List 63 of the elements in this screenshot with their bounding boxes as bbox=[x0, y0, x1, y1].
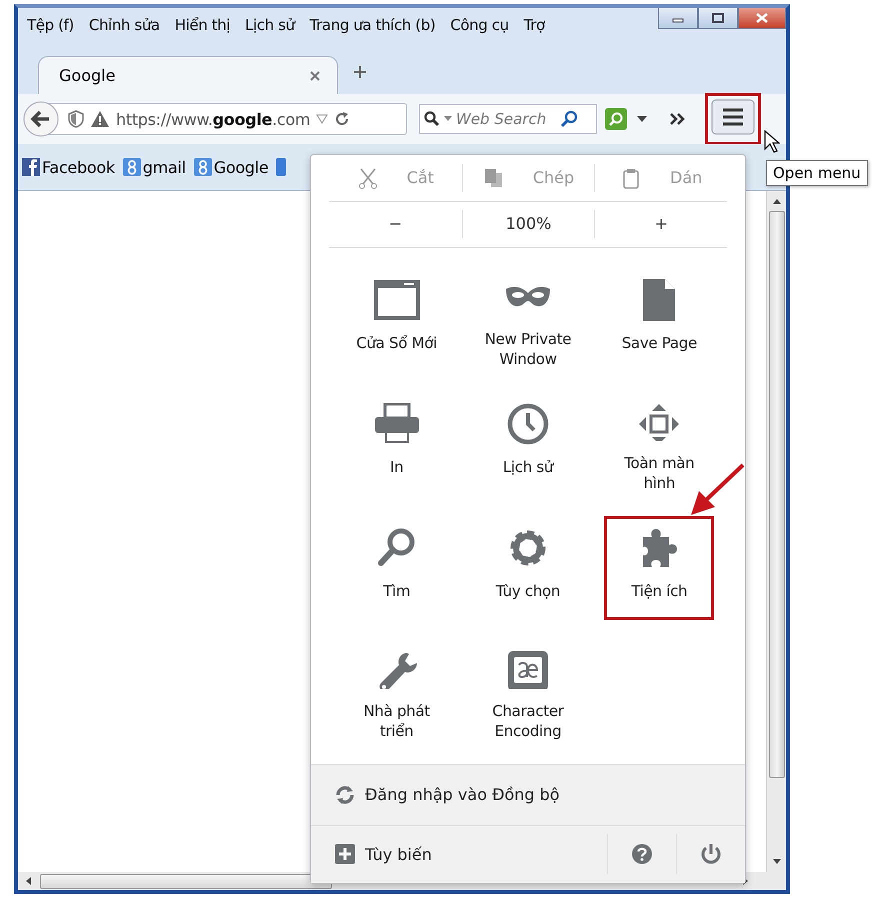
minimize-button[interactable] bbox=[658, 8, 698, 29]
menu-bar-item[interactable]: Trang ưa thích (b) bbox=[310, 16, 436, 34]
google-plus-icon bbox=[194, 158, 212, 176]
menu-item[interactable]: New Private Window bbox=[472, 268, 583, 372]
menu-item[interactable]: Toàn màn hình bbox=[604, 392, 714, 496]
search-icon bbox=[424, 111, 440, 127]
menu-bar-item[interactable]: Hiển thị bbox=[174, 16, 230, 34]
menu-item[interactable]: Save Page bbox=[604, 268, 714, 372]
printer-icon bbox=[372, 403, 421, 446]
bookmark-icon[interactable] bbox=[276, 158, 286, 176]
url-text: https://www.google.com bbox=[116, 110, 310, 128]
menu-icon bbox=[711, 99, 755, 135]
dropdown-icon[interactable] bbox=[637, 115, 647, 123]
bookmark-item[interactable]: Facebook bbox=[22, 158, 115, 176]
maximize-button[interactable] bbox=[698, 8, 738, 29]
scroll-left-icon[interactable] bbox=[24, 876, 32, 886]
scroll-down-icon[interactable] bbox=[772, 858, 782, 866]
menu-item[interactable]: Lịch sử bbox=[472, 392, 583, 496]
menu-item[interactable]: Nhà phát triển bbox=[342, 640, 452, 744]
warning-icon bbox=[90, 110, 110, 128]
help-icon bbox=[631, 843, 653, 866]
bookmark-item[interactable]: gmail bbox=[122, 158, 186, 176]
shield-icon bbox=[68, 110, 84, 128]
menu-bar-item[interactable]: Tệp (f) bbox=[27, 16, 74, 34]
copy-icon bbox=[482, 166, 505, 189]
close-icon[interactable] bbox=[309, 70, 321, 82]
scroll-up-icon[interactable] bbox=[772, 197, 782, 205]
search-field[interactable]: Web Search bbox=[419, 104, 597, 134]
tooltip: Open menu bbox=[766, 160, 868, 186]
plus-icon bbox=[335, 844, 355, 864]
menu-item[interactable]: Tùy chọn bbox=[472, 516, 583, 620]
new-tab-icon[interactable] bbox=[352, 64, 368, 80]
google-plus-icon bbox=[122, 158, 141, 176]
menu-item[interactable]: In bbox=[342, 392, 452, 496]
back-icon[interactable] bbox=[22, 100, 60, 138]
menu-bar-item[interactable]: Lịch sử bbox=[245, 16, 295, 34]
zoom-out-button[interactable]: − bbox=[329, 210, 462, 238]
vertical-scrollbar[interactable] bbox=[766, 191, 786, 872]
magnifier-icon[interactable] bbox=[605, 108, 629, 130]
zoom-in-button[interactable]: + bbox=[594, 210, 727, 238]
browser-tab[interactable]: Google bbox=[38, 56, 338, 94]
power-icon bbox=[699, 842, 723, 866]
reload-icon[interactable] bbox=[334, 111, 350, 127]
close-button[interactable] bbox=[738, 8, 786, 29]
menu-bar-item[interactable]: Chỉnh sửa bbox=[88, 16, 160, 34]
menu-item[interactable]: Character Encoding bbox=[472, 640, 583, 744]
maximize-icon bbox=[712, 13, 724, 23]
menu-item[interactable]: Cửa Sổ Mới bbox=[342, 268, 452, 372]
close-icon bbox=[756, 13, 768, 23]
menu-bar-item[interactable]: Công cụ bbox=[450, 16, 509, 34]
sync-item[interactable]: Đăng nhập vào Đồng bộ bbox=[311, 764, 745, 826]
cursor-icon bbox=[764, 130, 780, 154]
search-icon[interactable] bbox=[560, 110, 578, 128]
menu-bar-item[interactable]: Trợ bbox=[524, 16, 545, 34]
window-icon bbox=[372, 279, 421, 322]
zoom-level[interactable]: 100% bbox=[462, 210, 594, 238]
menu-item[interactable]: Tìm bbox=[342, 516, 452, 620]
scissors-icon bbox=[356, 166, 379, 189]
bookmark-item[interactable]: Google bbox=[194, 158, 268, 176]
overflow-icon[interactable] bbox=[669, 112, 687, 126]
sync-icon bbox=[335, 784, 355, 805]
facebook-icon bbox=[22, 158, 40, 176]
menu-item[interactable]: Tiện ích bbox=[604, 516, 714, 620]
